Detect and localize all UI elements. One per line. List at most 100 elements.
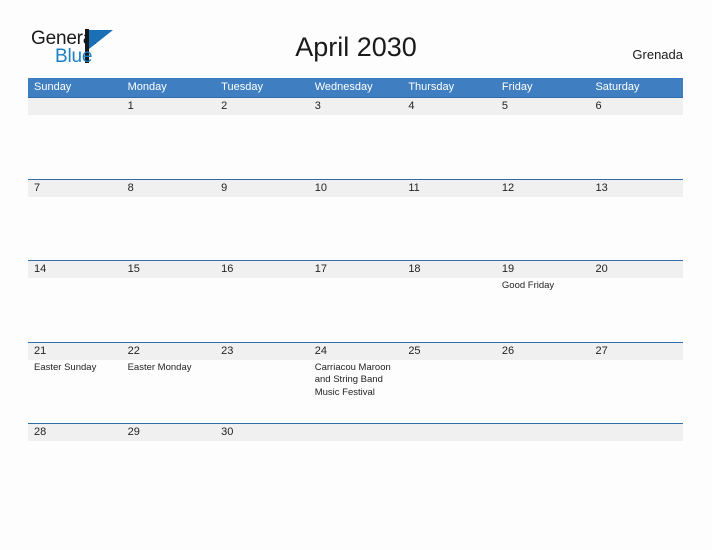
day-event: [128, 197, 216, 199]
day-event: [34, 278, 122, 280]
day-event: [502, 441, 590, 443]
day-number: 13: [595, 181, 608, 194]
location-label: Grenada: [632, 47, 683, 62]
day-cell[interactable]: 23: [215, 343, 309, 423]
day-cell[interactable]: 12: [496, 180, 590, 260]
day-cell[interactable]: 4: [402, 98, 496, 178]
day-event: [408, 115, 496, 117]
day-event: [34, 441, 122, 443]
day-cell[interactable]: [309, 424, 403, 504]
day-cell[interactable]: 13: [589, 180, 683, 260]
day-cell[interactable]: 29: [122, 424, 216, 504]
day-event: [502, 115, 590, 117]
day-number: 5: [501, 100, 509, 112]
day-number: 27: [595, 344, 608, 357]
day-event: [502, 197, 590, 199]
day-cell[interactable]: 6: [589, 98, 683, 178]
day-number: 29: [127, 426, 140, 438]
day-number: 8: [127, 181, 134, 194]
day-event: [408, 278, 496, 280]
day-event: [315, 441, 403, 443]
day-event: [595, 441, 683, 443]
day-number: 3: [314, 100, 321, 112]
calendar-grid: Sunday Monday Tuesday Wednesday Thursday…: [28, 78, 683, 505]
day-cell[interactable]: 5: [496, 98, 590, 178]
day-cell[interactable]: 26: [496, 343, 590, 423]
day-cell[interactable]: 17: [309, 261, 403, 341]
day-cell[interactable]: 21 Easter Sunday: [28, 343, 122, 423]
day-number: 11: [408, 181, 420, 194]
day-number: 16: [221, 263, 234, 275]
day-number: 24: [314, 344, 327, 357]
day-event: [128, 115, 216, 117]
day-cell[interactable]: 7: [28, 180, 122, 260]
day-number: 30: [221, 426, 234, 438]
day-cell[interactable]: 9: [215, 180, 309, 260]
day-event: [128, 278, 216, 280]
day-cell[interactable]: 2: [215, 98, 309, 178]
weekday-header-thursday: Thursday: [408, 81, 455, 93]
day-cell[interactable]: 30: [215, 424, 309, 504]
day-number: 12: [501, 181, 515, 194]
weekday-header-saturday: Saturday: [595, 81, 640, 93]
day-number: 14: [34, 263, 47, 275]
day-number: 20: [595, 263, 608, 275]
calendar-week-row: 7 8 9 10 11 12 13: [28, 178, 683, 261]
day-number: 23: [221, 344, 234, 357]
weekday-header-wednesday: Wednesday: [314, 81, 373, 93]
day-cell[interactable]: [496, 424, 590, 504]
day-number: 17: [314, 263, 327, 275]
day-event: [34, 115, 122, 117]
day-number: 18: [408, 263, 421, 275]
day-cell[interactable]: 3: [309, 98, 403, 178]
day-event: [595, 115, 683, 117]
day-event: [315, 115, 403, 117]
day-cell[interactable]: [402, 424, 496, 504]
day-cell[interactable]: 22 Easter Monday: [122, 343, 216, 423]
day-number: 22: [127, 344, 140, 357]
day-number: 19: [501, 263, 515, 275]
day-event: [315, 278, 403, 280]
day-cell[interactable]: 16: [215, 261, 309, 341]
day-cell[interactable]: 11: [402, 180, 496, 260]
day-event: [595, 197, 683, 199]
day-cell[interactable]: 20: [589, 261, 683, 341]
day-event: Good Friday: [501, 280, 555, 291]
weekday-header-friday: Friday: [501, 81, 533, 93]
weekday-header-tuesday: Tuesday: [221, 81, 263, 93]
day-cell[interactable]: 27: [589, 343, 683, 423]
day-event: [315, 197, 403, 199]
weekday-header-monday: Monday: [127, 81, 167, 93]
day-number: 6: [595, 100, 602, 112]
page-title: April 2030: [295, 32, 417, 62]
day-event: [221, 278, 309, 280]
day-cell[interactable]: 18: [402, 261, 496, 341]
day-event: [221, 115, 309, 117]
day-cell[interactable]: [28, 98, 122, 178]
day-event: [408, 360, 496, 362]
day-number: 2: [221, 100, 228, 112]
day-cell[interactable]: 8: [122, 180, 216, 260]
day-event: Carriacou Maroon and String Band Music F…: [314, 361, 391, 398]
calendar-week-row: 21 Easter Sunday 22 Easter Monday 23 24 Car…: [28, 341, 683, 424]
day-event: [502, 360, 590, 362]
day-cell[interactable]: 24 Carriacou Maroon and String Band Music…: [309, 343, 403, 423]
day-cell[interactable]: 25: [402, 343, 496, 423]
day-cell[interactable]: 19 Good Friday: [496, 261, 590, 341]
day-event: [408, 197, 496, 199]
weekday-header-sunday: Sunday: [34, 81, 72, 93]
day-number: 9: [221, 181, 228, 194]
day-cell[interactable]: 10: [309, 180, 403, 260]
day-cell[interactable]: 14: [28, 261, 122, 341]
day-cell[interactable]: 1: [122, 98, 216, 178]
calendar-week-row: 28 29 30: [28, 423, 683, 505]
day-event: [595, 278, 683, 280]
day-cell[interactable]: 28: [28, 424, 122, 504]
day-event: [34, 197, 122, 199]
calendar-week-row: 1 2 3 4 5 6: [28, 97, 683, 179]
day-cell[interactable]: 15: [122, 261, 216, 341]
day-cell[interactable]: [589, 424, 683, 504]
day-event: [408, 441, 496, 443]
day-event: [221, 360, 309, 362]
day-number: 4: [408, 100, 415, 112]
